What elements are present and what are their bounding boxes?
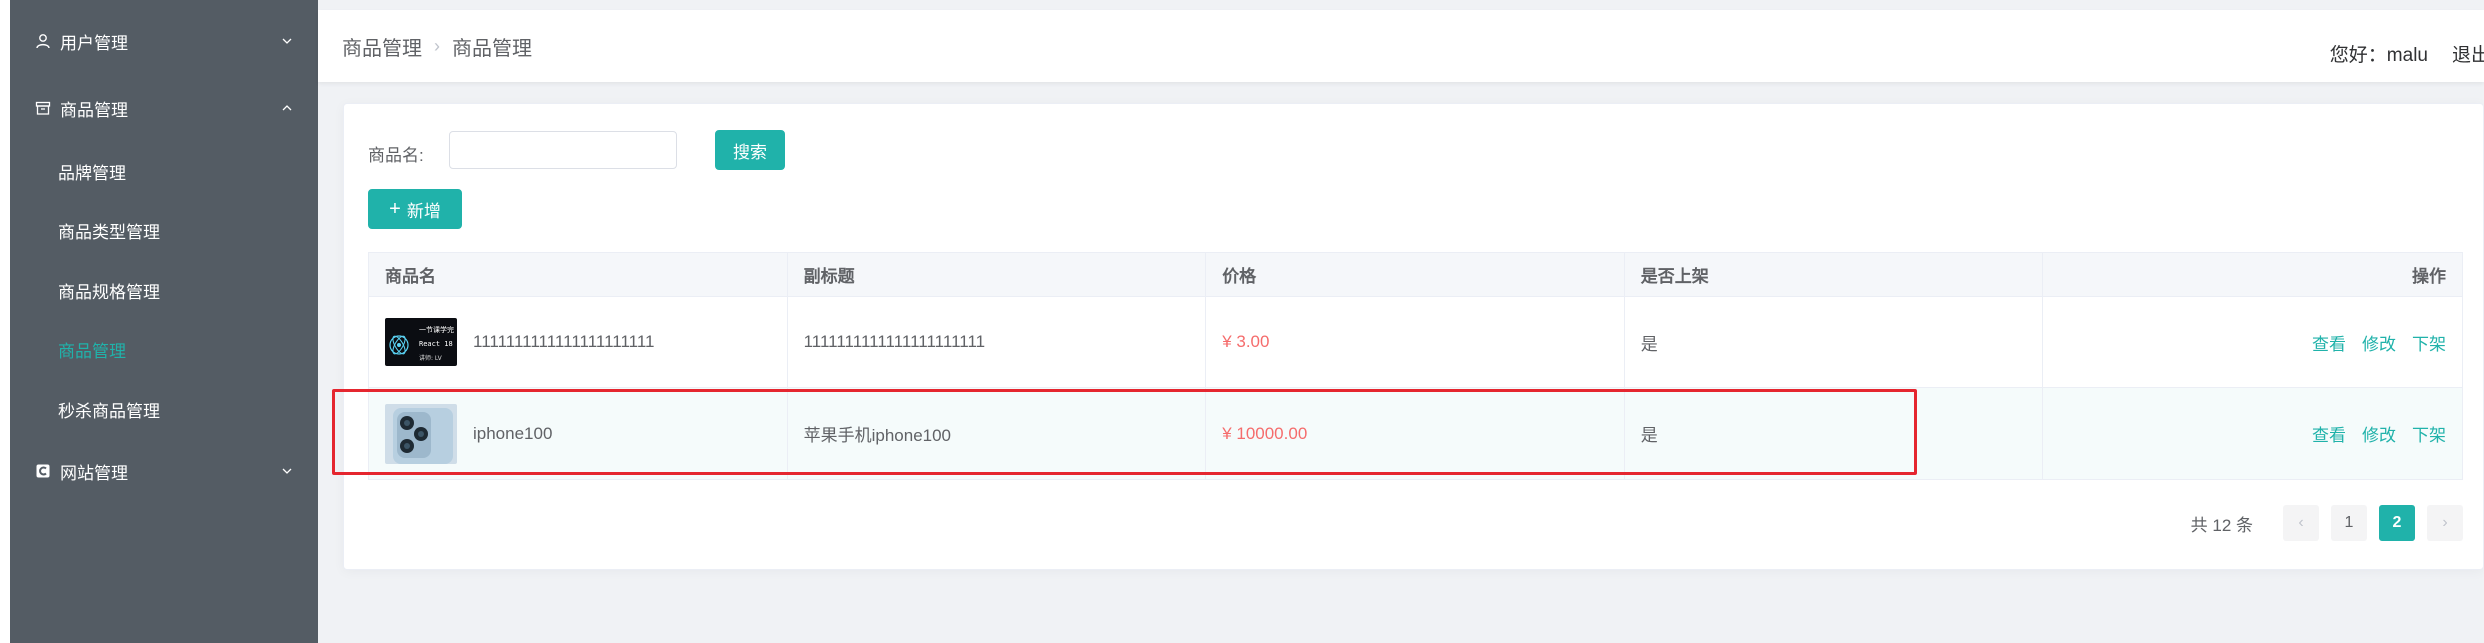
thumb-title: 一节课学完 [419, 325, 454, 334]
page-button-1[interactable]: 1 [2331, 505, 2367, 541]
column-header-actions: 操作 [2411, 267, 2446, 286]
goods-on-shelf: 是 [1640, 334, 1658, 354]
cell-price: ¥ 3.00 [1206, 297, 1625, 387]
menu-label: 网站管理 [60, 463, 128, 483]
page-button-2[interactable]: 2 [2379, 505, 2415, 541]
column-header-on-shelf: 是否上架 [1625, 253, 2044, 296]
chevron-up-icon [280, 100, 294, 114]
top-header: 商品管理 › 商品管理 您好：malu 退出 [318, 10, 2484, 82]
goods-subtitle: 1111111111111111111111 [803, 332, 986, 351]
take-off-shelf-link[interactable]: 下架 [2412, 330, 2446, 355]
breadcrumb-separator-icon: › [434, 36, 440, 56]
menu-user-management[interactable]: 用户管理 [10, 19, 318, 63]
goods-price: ¥ 3.00 [1222, 332, 1270, 351]
menu-goods-management[interactable]: 商品管理 [10, 86, 318, 130]
prev-page-icon[interactable]: ‹ [2283, 505, 2319, 541]
goods-name: 1111111111111111111111 [473, 332, 655, 351]
column-header-subtitle: 副标题 [788, 253, 1207, 296]
cell-subtitle: 苹果手机iphone100 [788, 388, 1207, 479]
chevron-down-icon [280, 463, 294, 477]
menu-label: 商品管理 [60, 100, 128, 120]
pagination: 共 12 条 ‹ 1 2 › [2191, 505, 2463, 541]
submenu-brand[interactable]: 品牌管理 [10, 149, 318, 193]
cell-subtitle: 1111111111111111111111 [788, 297, 1207, 387]
menu-label: 用户管理 [60, 33, 128, 53]
goods-subtitle: 苹果手机iphone100 [803, 426, 952, 445]
table-header-row: 商品名 副标题 价格 是否上架 操作 [369, 253, 2462, 297]
submenu-label: 品牌管理 [58, 163, 126, 183]
logout-link[interactable]: 退出 [2452, 40, 2484, 67]
breadcrumb-item[interactable]: 商品管理 [342, 32, 422, 61]
goods-thumbnail [385, 403, 457, 464]
column-header-name: 商品名 [369, 253, 788, 296]
table-row: 一节课学完 React 18 讲师: LV 111111111111111111… [369, 297, 2462, 388]
goods-price: ¥ 10000.00 [1222, 423, 1308, 443]
submenu-label: 商品管理 [58, 341, 126, 361]
sidebar-edge [0, 0, 10, 643]
app-root: 用户管理 商品管理 品牌管理 商品类型管理 商品规格管理 商品管理 秒杀商品管理… [0, 0, 2484, 643]
next-page-icon[interactable]: › [2427, 505, 2463, 541]
user-greeting: 您好：malu [2329, 45, 2428, 66]
goods-on-shelf: 是 [1640, 426, 1658, 445]
cell-price: ¥ 10000.00 [1206, 388, 1625, 479]
add-goods-label: 新增 [406, 201, 441, 221]
cell-on-shelf: 是 [1625, 388, 2044, 479]
submenu-goods-type[interactable]: 商品类型管理 [10, 208, 318, 252]
search-button[interactable]: 搜索 [715, 130, 785, 170]
view-link[interactable]: 查看 [2312, 330, 2346, 355]
site-icon [34, 462, 52, 480]
submenu-seckill[interactable]: 秒杀商品管理 [10, 387, 318, 431]
column-header-price: 价格 [1206, 253, 1625, 296]
cell-actions: 查看 修改 下架 [2043, 388, 2462, 479]
menu-site-management[interactable]: 网站管理 [10, 449, 318, 493]
goods-thumbnail: 一节课学完 React 18 讲师: LV [385, 318, 457, 366]
submenu-label: 商品规格管理 [58, 282, 160, 302]
submenu-label: 秒杀商品管理 [58, 401, 160, 421]
user-area: 您好：malu 退出 [2330, 40, 2484, 67]
edit-link[interactable]: 修改 [2362, 421, 2396, 446]
cell-on-shelf: 是 [1625, 297, 2044, 387]
cell-name: 一节课学完 React 18 讲师: LV 111111111111111111… [369, 297, 788, 387]
box-icon [34, 99, 52, 117]
cell-actions: 查看 修改 下架 [2043, 297, 2462, 387]
table-row: iphone100 苹果手机iphone100 ¥ 10000.00 是 查看 … [369, 388, 2462, 479]
thumb-subtitle: React 18 [419, 340, 453, 348]
plus-icon: + [389, 198, 401, 220]
submenu-label: 商品类型管理 [58, 222, 160, 242]
take-off-shelf-link[interactable]: 下架 [2412, 421, 2446, 446]
thumb-author: 讲师: LV [419, 354, 443, 362]
user-icon [34, 32, 52, 50]
submenu-goods[interactable]: 商品管理 [10, 327, 318, 371]
cell-name: iphone100 [369, 388, 788, 479]
edit-link[interactable]: 修改 [2362, 330, 2396, 355]
view-link[interactable]: 查看 [2312, 421, 2346, 446]
sidebar: 用户管理 商品管理 品牌管理 商品类型管理 商品规格管理 商品管理 秒杀商品管理… [0, 0, 318, 643]
submenu-goods-spec[interactable]: 商品规格管理 [10, 268, 318, 312]
search-input[interactable] [449, 131, 677, 169]
pagination-total: 共 12 条 [2190, 515, 2253, 535]
goods-name: iphone100 [473, 423, 553, 443]
goods-table: 商品名 副标题 价格 是否上架 操作 一节课学完 React 18 讲师: LV… [368, 252, 2463, 480]
main-card: 商品名: 搜索 + 新增 商品名 副标题 价格 是否上架 操作 一节课学完 Re… [343, 103, 2484, 570]
chevron-down-icon [280, 33, 294, 47]
add-goods-button[interactable]: + 新增 [368, 189, 462, 229]
breadcrumb: 商品管理 › 商品管理 [342, 32, 532, 61]
search-label: 商品名: [368, 146, 424, 165]
breadcrumb-item: 商品管理 [452, 38, 532, 60]
